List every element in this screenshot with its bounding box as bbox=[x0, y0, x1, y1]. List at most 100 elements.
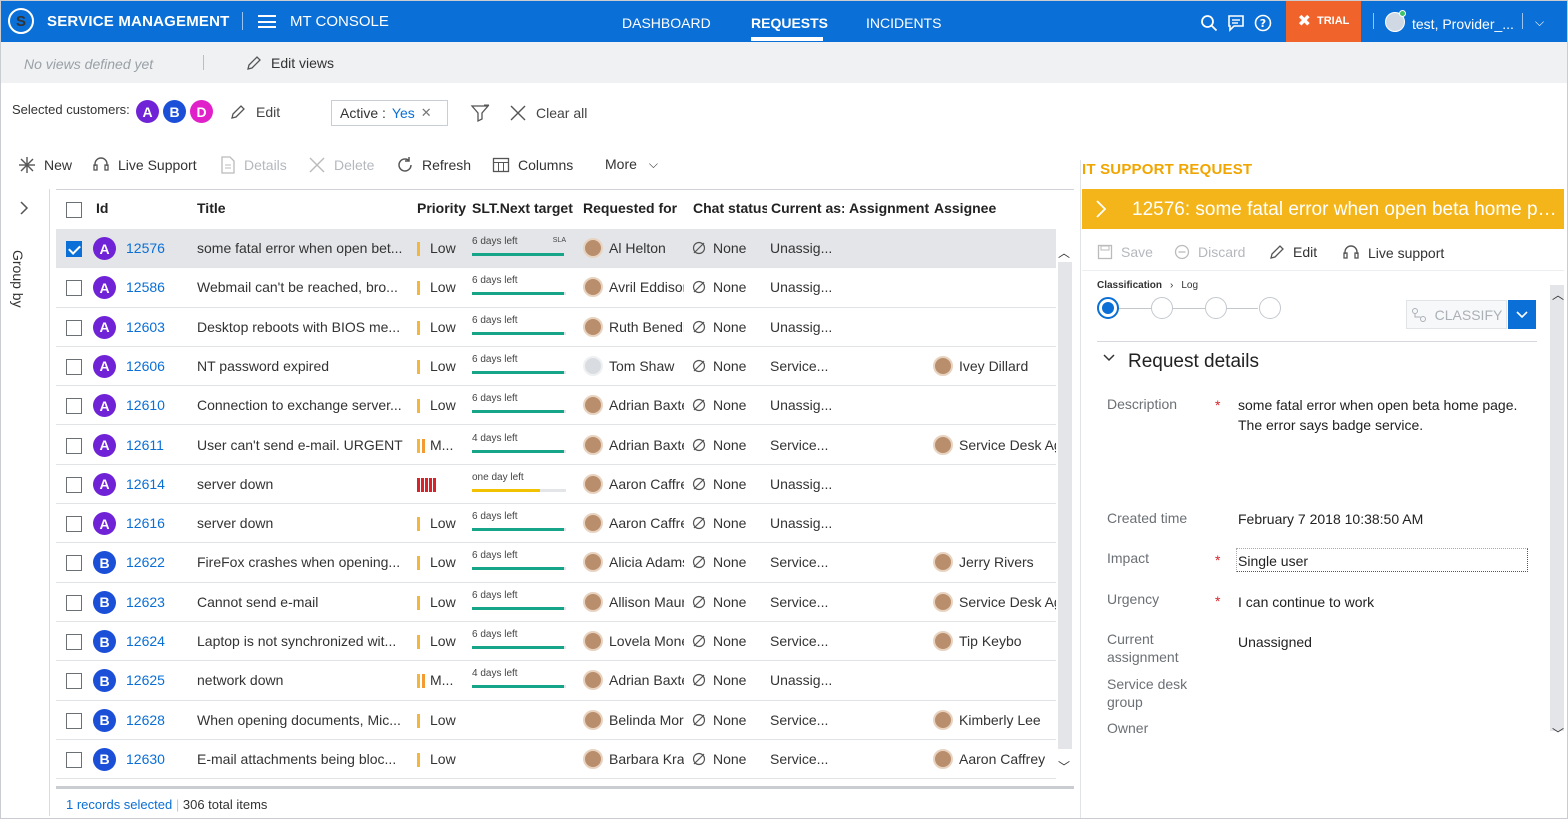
table-row[interactable]: B 12623 Cannot send e-mail Low 6 days left Al… bbox=[56, 582, 1056, 622]
column-header-slt[interactable]: SLT.Next target bbox=[472, 200, 577, 216]
edit-customers-button[interactable]: Edit bbox=[230, 104, 280, 120]
table-row[interactable]: A 12616 server down Low 6 days left Aaron Caf… bbox=[56, 504, 1056, 544]
save-button[interactable]: Save bbox=[1097, 244, 1153, 260]
breadcrumb-classification[interactable]: Classification bbox=[1097, 280, 1162, 291]
row-checkbox[interactable] bbox=[66, 751, 82, 768]
classify-dropdown-button[interactable] bbox=[1508, 300, 1536, 329]
row-checkbox[interactable] bbox=[66, 241, 82, 257]
tab-requests[interactable]: REQUESTS bbox=[751, 15, 828, 31]
customer-badge-d[interactable]: D bbox=[190, 100, 213, 123]
chevron-up-icon[interactable]: ︿ bbox=[1058, 244, 1070, 261]
current-assignment-value[interactable]: Unassigned bbox=[1238, 632, 1312, 652]
row-checkbox[interactable] bbox=[66, 555, 82, 572]
row-checkbox[interactable] bbox=[66, 673, 82, 690]
discard-button[interactable]: Discard bbox=[1174, 244, 1245, 260]
chevron-down-icon[interactable] bbox=[1103, 353, 1115, 363]
table-row[interactable]: A 12586 Webmail can't be reached, bro... Lo… bbox=[56, 268, 1056, 308]
request-id-link[interactable]: 12603 bbox=[126, 319, 165, 335]
close-icon[interactable]: ✕ bbox=[421, 105, 432, 121]
edit-views-button[interactable]: Edit views bbox=[246, 55, 334, 71]
request-id-link[interactable]: 12614 bbox=[126, 476, 165, 492]
delete-button[interactable]: Delete bbox=[308, 156, 374, 174]
progress-step-4[interactable] bbox=[1259, 297, 1281, 319]
column-header-assignment[interactable]: Assignment bbox=[849, 200, 929, 216]
app-title[interactable]: SERVICE MANAGEMENT bbox=[47, 13, 230, 30]
row-checkbox[interactable] bbox=[66, 319, 82, 336]
chevron-down-icon[interactable]: ﹀ bbox=[1552, 725, 1564, 742]
chat-icon[interactable] bbox=[1227, 14, 1245, 32]
column-header-id[interactable]: Id bbox=[96, 200, 186, 216]
select-all-checkbox[interactable] bbox=[66, 202, 82, 218]
row-checkbox[interactable] bbox=[66, 476, 82, 493]
user-name[interactable]: test, Provider_... bbox=[1412, 16, 1514, 32]
row-checkbox[interactable] bbox=[66, 516, 82, 533]
section-title-request-details[interactable]: Request details bbox=[1128, 351, 1259, 373]
column-header-chat-status[interactable]: Chat status bbox=[693, 200, 767, 216]
group-by-label[interactable]: Group by bbox=[10, 250, 26, 308]
grid-scrollbar-thumb[interactable] bbox=[1058, 262, 1072, 749]
row-checkbox[interactable] bbox=[66, 358, 82, 375]
new-button[interactable]: New bbox=[18, 156, 72, 174]
row-checkbox[interactable] bbox=[66, 398, 82, 415]
chevron-right-icon[interactable] bbox=[1095, 199, 1107, 219]
row-checkbox[interactable] bbox=[66, 437, 82, 454]
request-id-link[interactable]: 12586 bbox=[126, 279, 165, 295]
help-icon[interactable]: ? bbox=[1254, 14, 1272, 32]
request-id-link[interactable]: 12628 bbox=[126, 712, 165, 728]
edit-button[interactable]: Edit bbox=[1269, 244, 1317, 260]
tab-dashboard[interactable]: DASHBOARD bbox=[622, 15, 711, 31]
panel-scrollbar[interactable] bbox=[1550, 285, 1564, 731]
table-row[interactable]: B 12624 Laptop is not synchronized wit... L… bbox=[56, 622, 1056, 662]
active-filter-chip[interactable]: Active : Yes ✕ bbox=[331, 100, 448, 126]
menu-icon[interactable] bbox=[258, 15, 276, 28]
search-icon[interactable] bbox=[1200, 14, 1218, 32]
request-id-link[interactable]: 12610 bbox=[126, 397, 165, 413]
chevron-up-icon[interactable]: ︿ bbox=[1552, 286, 1564, 303]
refresh-button[interactable]: Refresh bbox=[396, 156, 471, 174]
live-support-button[interactable]: Live Support bbox=[92, 156, 197, 174]
column-header-current-assignment[interactable]: Current as: bbox=[771, 200, 844, 216]
row-checkbox[interactable] bbox=[66, 634, 82, 650]
row-checkbox[interactable] bbox=[66, 280, 82, 297]
table-row[interactable]: A 12603 Desktop reboots with BIOS me... Low… bbox=[56, 307, 1056, 347]
progress-step-3[interactable] bbox=[1205, 297, 1227, 319]
request-id-link[interactable]: 12630 bbox=[126, 751, 165, 767]
table-row[interactable]: A 12610 Connection to exchange server... Lo… bbox=[56, 386, 1056, 426]
chevron-down-icon[interactable]: ⌵ bbox=[1535, 15, 1544, 30]
column-header-requested-for[interactable]: Requested for bbox=[583, 200, 689, 216]
progress-step-2[interactable] bbox=[1151, 297, 1173, 319]
table-row[interactable]: B 12625 network down M... 4 days left Adrian … bbox=[56, 661, 1056, 701]
row-checkbox[interactable] bbox=[66, 712, 82, 729]
request-id-link[interactable]: 12625 bbox=[126, 672, 165, 688]
request-id-link[interactable]: 12606 bbox=[126, 358, 165, 374]
request-id-link[interactable]: 12611 bbox=[126, 437, 164, 453]
app-logo-icon[interactable]: S bbox=[8, 8, 34, 34]
trial-badge[interactable]: ✖ TRIAL bbox=[1286, 0, 1361, 48]
request-id-link[interactable]: 12622 bbox=[126, 554, 165, 570]
details-button[interactable]: Details bbox=[220, 156, 287, 174]
chevron-right-icon[interactable] bbox=[18, 200, 30, 216]
filter-icon[interactable] bbox=[470, 103, 490, 123]
column-header-title[interactable]: Title bbox=[197, 200, 397, 216]
row-checkbox[interactable] bbox=[66, 594, 82, 611]
request-id-link[interactable]: 12623 bbox=[126, 594, 165, 610]
request-id-link[interactable]: 12616 bbox=[126, 515, 165, 531]
request-id-link[interactable]: 12624 bbox=[126, 633, 165, 649]
grid-horizontal-scrollbar[interactable] bbox=[56, 786, 1074, 789]
table-row[interactable]: A 12611 User can't send e-mail. URGENT M...… bbox=[56, 425, 1056, 465]
more-button[interactable]: More ⌵ bbox=[605, 156, 658, 172]
classify-button[interactable]: CLASSIFY bbox=[1406, 300, 1507, 329]
table-row[interactable]: B 12628 When opening documents, Mic... Low B… bbox=[56, 700, 1056, 740]
column-header-priority[interactable]: Priority bbox=[417, 200, 469, 216]
table-row[interactable]: A 12576 some fatal error when open bet... L… bbox=[56, 229, 1056, 269]
table-row[interactable]: A 12606 NT password expired Low 6 days left T… bbox=[56, 346, 1056, 387]
columns-button[interactable]: Columns bbox=[492, 156, 573, 174]
column-header-assignee[interactable]: Assignee bbox=[934, 200, 1034, 216]
panel-live-support-button[interactable]: Live support bbox=[1342, 244, 1444, 262]
table-row[interactable]: B 12630 E-mail attachments being bloc... Lo… bbox=[56, 739, 1056, 780]
customer-badge-b[interactable]: B bbox=[163, 100, 186, 123]
urgency-value[interactable]: I can continue to work bbox=[1238, 592, 1374, 612]
customer-badge-a[interactable]: A bbox=[136, 100, 159, 123]
records-selected[interactable]: 1 records selected bbox=[66, 797, 172, 812]
description-value[interactable]: some fatal error when open beta home pag… bbox=[1238, 395, 1517, 435]
